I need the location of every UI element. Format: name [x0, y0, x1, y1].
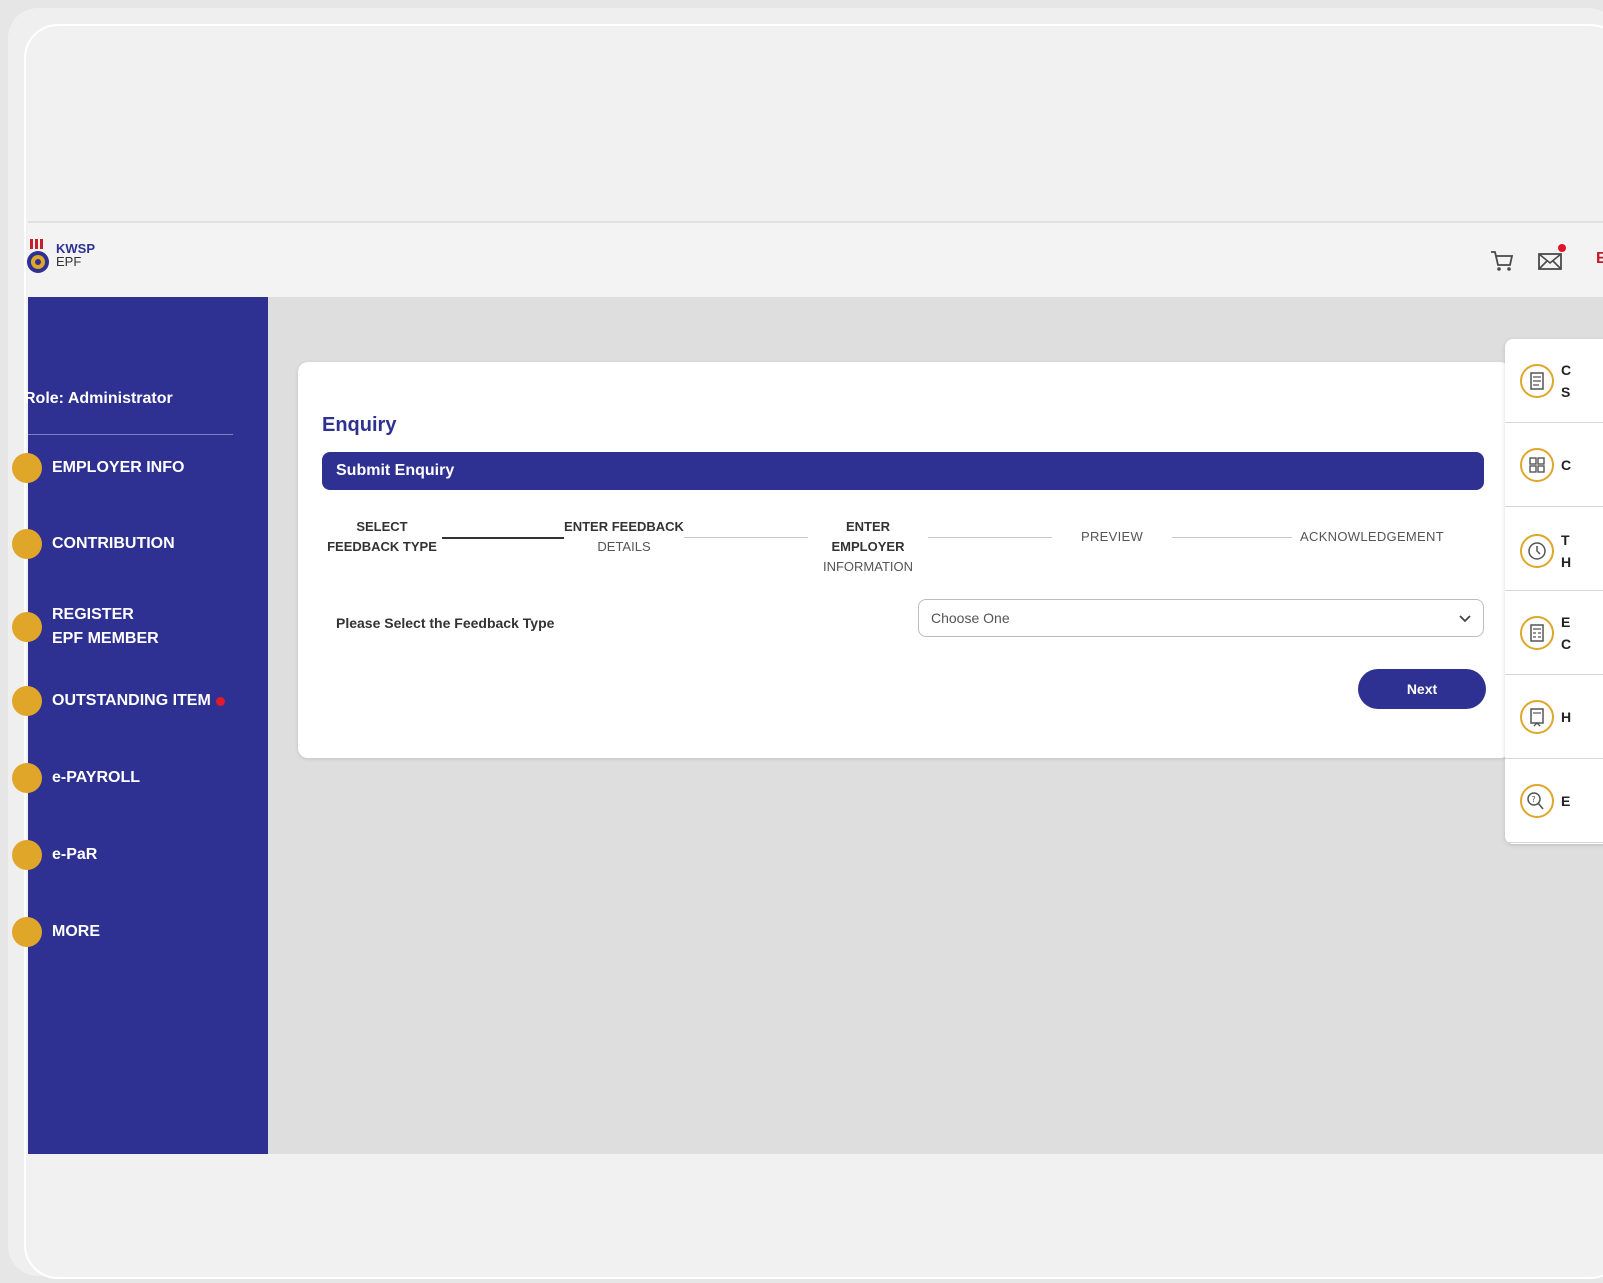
quick-link-line1: H [1561, 709, 1572, 725]
sidebar-item-outstanding-item[interactable]: OUTSTANDING ITEM [12, 686, 268, 716]
step-line1: ACKNOWLEDGEMENT [1300, 529, 1444, 544]
e-par-icon [12, 840, 42, 870]
next-button[interactable]: Next [1358, 669, 1486, 709]
feedback-type-label: Please Select the Feedback Type [336, 615, 555, 631]
quick-link-3[interactable]: T H [1505, 507, 1603, 591]
quick-link-4[interactable]: E C [1505, 591, 1603, 675]
sidebar-item-more[interactable]: MORE [12, 917, 268, 947]
grid-icon [1520, 448, 1554, 482]
main-content: Enquiry Submit Enquiry SELECT FEEDBACK T… [268, 297, 1603, 1154]
sidebar-item-label: e-PaR [52, 846, 98, 863]
quick-link-text: T H [1561, 529, 1571, 573]
sidebar-item-e-payroll[interactable]: e-PAYROLL [12, 763, 268, 793]
app-header: KWSP EPF E [27, 221, 1603, 297]
quick-link-line1: T [1561, 532, 1570, 548]
sidebar-item-label: CONTRIBUTION [52, 535, 175, 552]
quick-link-line2: C [1561, 636, 1572, 652]
step-acknowledgement: ACKNOWLEDGEMENT [1292, 527, 1452, 547]
logo-line2: EPF [56, 254, 82, 269]
chevron-down-icon [1459, 615, 1471, 623]
enquiry-icon: ? [1520, 784, 1554, 818]
quick-link-1[interactable]: C S [1505, 339, 1603, 423]
kwsp-logo[interactable]: KWSP EPF [27, 239, 128, 279]
sidebar-item-employer-info[interactable]: EMPLOYER INFO [12, 453, 268, 483]
enquiry-card: Enquiry Submit Enquiry SELECT FEEDBACK T… [298, 362, 1510, 758]
step-connector [1172, 537, 1292, 538]
outstanding-item-icon [12, 686, 42, 716]
contribution-icon [12, 529, 42, 559]
step-enter-employer-information: ENTER EMPLOYER INFORMATION [808, 517, 928, 577]
step-select-feedback-type: SELECT FEEDBACK TYPE [322, 517, 442, 557]
quick-link-text: H [1561, 706, 1571, 728]
sidebar-item-label: MORE [52, 923, 100, 940]
sidebar-item-label: e-PAYROLL [52, 769, 141, 786]
quick-link-line2: H [1561, 554, 1572, 570]
kwsp-emblem-icon [27, 239, 49, 273]
step-connector [684, 537, 808, 538]
calculator-icon [1520, 616, 1554, 650]
sidebar-item-label: REGISTER EPF MEMBER [52, 606, 159, 647]
register-member-icon [12, 612, 42, 642]
quick-link-2[interactable]: C [1505, 423, 1603, 507]
role-divider [28, 434, 233, 435]
feedback-type-select[interactable]: Choose One [918, 599, 1484, 637]
step-line2: INFORMATION [822, 559, 914, 574]
logo-text: KWSP EPF [56, 242, 95, 268]
sidebar-item-e-par[interactable]: e-PaR [12, 840, 268, 870]
quick-link-6[interactable]: ? E [1505, 759, 1603, 843]
header-link-truncated[interactable]: E [1596, 250, 1603, 268]
clock-icon [1520, 534, 1554, 568]
step-connector [928, 537, 1052, 538]
page-title: Enquiry [322, 414, 397, 436]
quick-link-text: C [1561, 454, 1571, 476]
step-line1: ENTER EMPLOYER [831, 519, 905, 554]
user-role: Role: Administrator [24, 390, 173, 407]
step-indicator: SELECT FEEDBACK TYPE ENTER FEEDBACK DETA… [322, 517, 1484, 574]
quick-link-text: C S [1561, 359, 1571, 403]
sidebar-item-label: EMPLOYER INFO [52, 459, 185, 476]
help-icon [1520, 700, 1554, 734]
step-line1: ENTER FEEDBACK [564, 519, 684, 534]
sidebar-item-register-epf-member[interactable]: REGISTER EPF MEMBER [12, 603, 268, 651]
outstanding-alert-dot [216, 697, 225, 706]
quick-link-line1: E [1561, 793, 1571, 809]
svg-text:?: ? [1532, 795, 1536, 804]
mail-notification-dot [1558, 244, 1566, 252]
quick-link-line1: E [1561, 614, 1571, 630]
quick-link-line1: C [1561, 362, 1572, 378]
quick-link-line2: S [1561, 384, 1571, 400]
step-line1: SELECT [356, 519, 408, 534]
step-connector-active [442, 537, 564, 539]
step-enter-feedback-details: ENTER FEEDBACK DETAILS [564, 517, 684, 557]
step-line1: PREVIEW [1080, 529, 1144, 544]
employer-info-icon [12, 453, 42, 483]
e-payroll-icon [12, 763, 42, 793]
document-icon [1520, 364, 1554, 398]
quick-link-text: E C [1561, 611, 1571, 655]
quick-link-5[interactable]: H [1505, 675, 1603, 759]
select-value: Choose One [931, 610, 1010, 626]
more-icon [12, 917, 42, 947]
submit-enquiry-header: Submit Enquiry [322, 452, 1484, 490]
sidebar-item-label: OUTSTANDING ITEM [52, 692, 211, 709]
step-line2: FEEDBACK TYPE [327, 539, 437, 554]
quick-links-panel: C S C T H E C H ? E [1505, 339, 1603, 844]
step-preview: PREVIEW [1052, 527, 1172, 547]
quick-link-line1: C [1561, 457, 1572, 473]
sidebar-item-contribution[interactable]: CONTRIBUTION [12, 529, 268, 559]
step-line2: DETAILS [597, 539, 651, 554]
cart-icon[interactable] [1488, 247, 1516, 275]
quick-link-text: E [1561, 790, 1570, 812]
sidebar: Role: Administrator EMPLOYER INFO CONTRI… [12, 297, 268, 1154]
